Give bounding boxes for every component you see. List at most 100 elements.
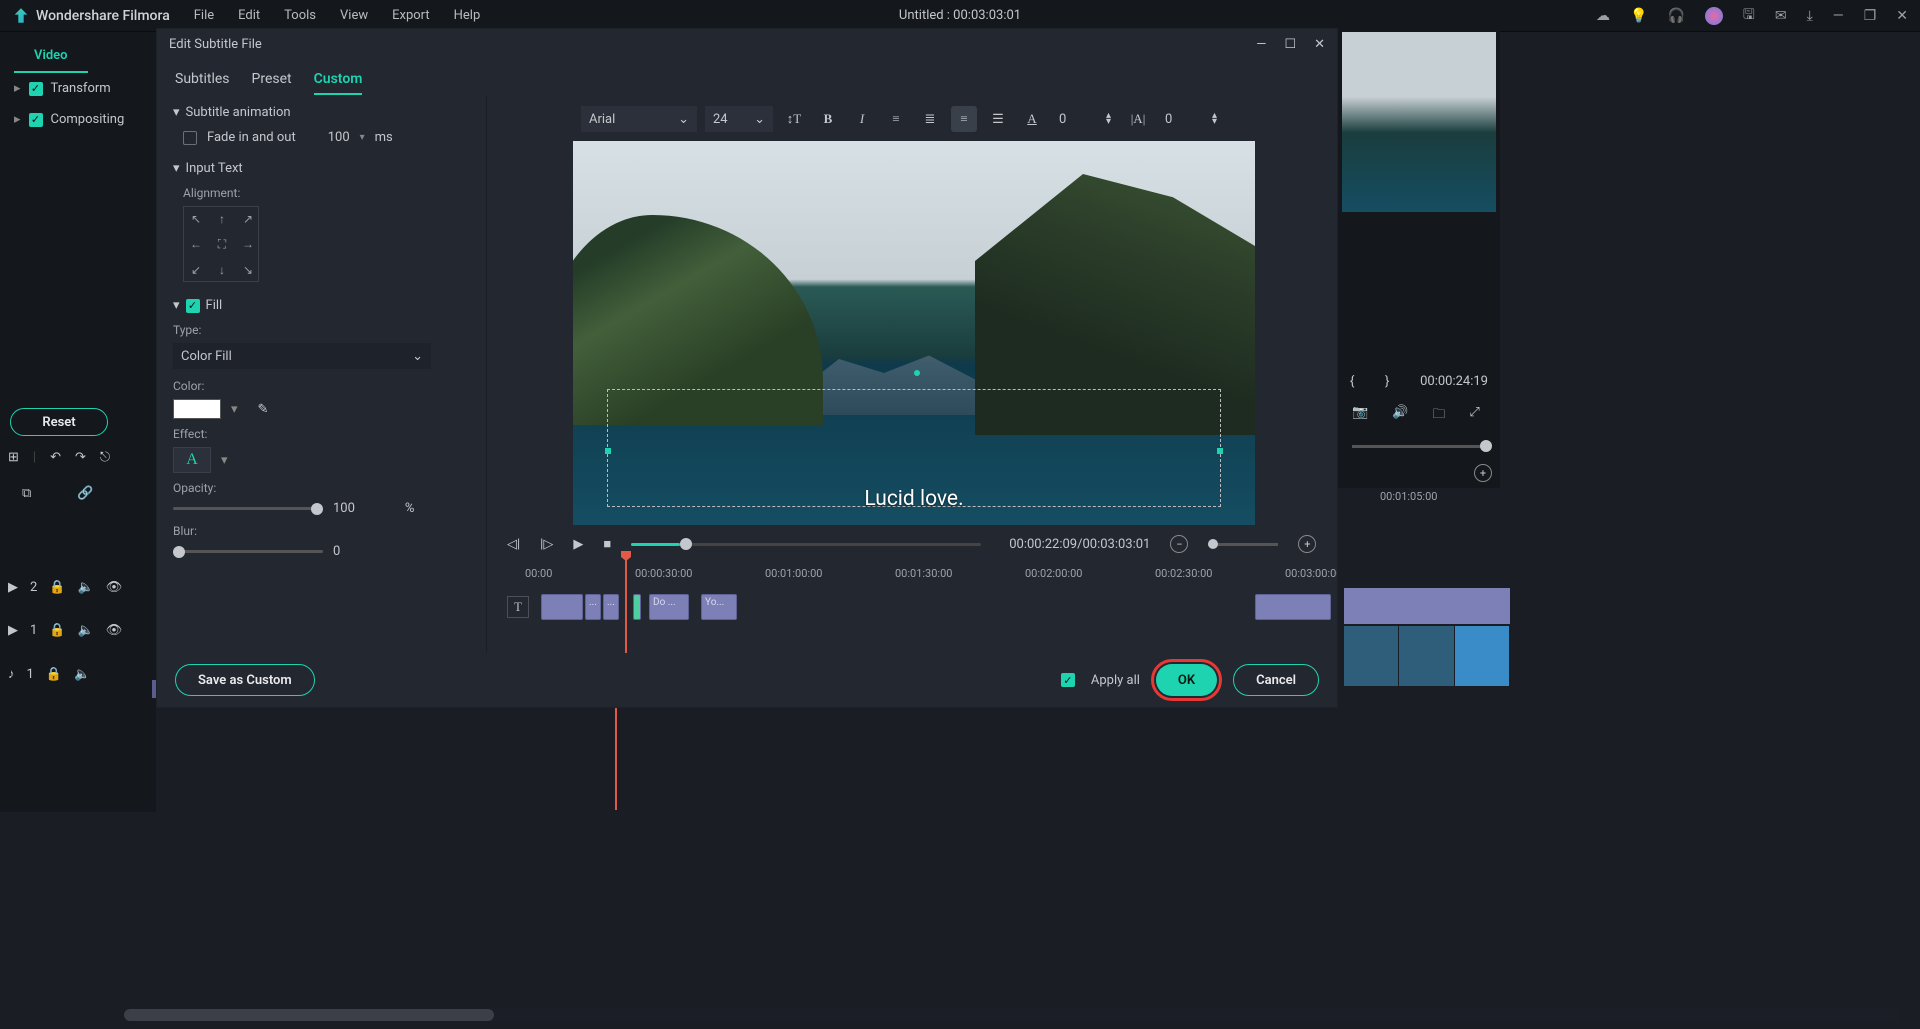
- bold-button[interactable]: B: [815, 106, 841, 132]
- orientation-icon[interactable]: ↕T: [781, 106, 807, 132]
- tree-compositing[interactable]: ▸ ✓ Compositing: [0, 104, 156, 135]
- audio-track-icon[interactable]: ♪: [8, 666, 15, 682]
- timeline-horizontal-scrollbar[interactable]: [124, 1009, 1900, 1021]
- subtitle-clip[interactable]: Yo...: [701, 594, 737, 620]
- resize-handle[interactable]: [605, 448, 611, 454]
- checkbox-on-icon[interactable]: ✓: [29, 113, 43, 127]
- chevron-down-icon[interactable]: ▾: [221, 453, 228, 468]
- italic-button[interactable]: I: [849, 106, 875, 132]
- audio-icon[interactable]: 🔊: [1392, 405, 1408, 427]
- align-bottom-left[interactable]: ↙: [184, 258, 208, 281]
- modal-maximize-icon[interactable]: ☐: [1284, 37, 1296, 52]
- section-subtitle-animation[interactable]: ▾Subtitle animation: [173, 105, 470, 120]
- scrubber-knob[interactable]: [680, 538, 692, 550]
- menu-help[interactable]: Help: [454, 8, 481, 23]
- save-icon[interactable]: 🖫: [1743, 4, 1755, 28]
- headset-icon[interactable]: 🎧: [1667, 8, 1684, 24]
- link-icon[interactable]: 🔗: [77, 486, 93, 501]
- opacity-value[interactable]: 100: [333, 501, 355, 516]
- crop-icon[interactable]: ⎋: [100, 450, 110, 465]
- tree-transform[interactable]: ▸ ✓ Transform: [0, 73, 156, 104]
- modal-minimize-icon[interactable]: —: [1256, 37, 1266, 52]
- main-track-title-clip[interactable]: [1344, 588, 1510, 624]
- section-fill[interactable]: ▾✓Fill: [173, 298, 470, 313]
- brace-close[interactable]: }: [1385, 374, 1389, 389]
- main-track-video-clip[interactable]: [1344, 626, 1510, 686]
- align-top-left[interactable]: ↖: [184, 207, 208, 230]
- font-size-dropdown[interactable]: 24⌄: [705, 106, 773, 132]
- align-bottom-right[interactable]: ↘: [236, 258, 260, 281]
- subtitle-clip[interactable]: Do ...: [649, 594, 689, 620]
- save-as-custom-button[interactable]: Save as Custom: [175, 664, 315, 696]
- fill-enable-checkbox[interactable]: ✓: [186, 299, 200, 313]
- reset-button[interactable]: Reset: [10, 408, 108, 436]
- eyedropper-icon[interactable]: ✎: [258, 402, 269, 417]
- mute-icon[interactable]: 🔈: [74, 667, 90, 682]
- redo-icon[interactable]: ↷: [75, 450, 86, 465]
- avatar-icon[interactable]: [1705, 7, 1723, 25]
- align-top-right[interactable]: ↗: [236, 207, 260, 230]
- menu-export[interactable]: Export: [392, 8, 430, 23]
- align-center-button[interactable]: ≣: [917, 106, 943, 132]
- idea-icon[interactable]: 💡: [1630, 8, 1647, 24]
- mute-icon[interactable]: 🔈: [78, 580, 94, 595]
- playhead-scrubber[interactable]: [631, 543, 981, 546]
- minimize-icon[interactable]: —: [1833, 8, 1844, 24]
- grid-icon[interactable]: ⊞: [8, 450, 19, 465]
- blur-value[interactable]: 0: [333, 544, 340, 559]
- blur-slider[interactable]: [173, 550, 323, 553]
- checkbox-on-icon[interactable]: ✓: [29, 82, 43, 96]
- rotate-handle[interactable]: [914, 370, 920, 376]
- effect-preset[interactable]: A: [173, 447, 211, 473]
- step-fwd-icon[interactable]: |▷: [540, 537, 553, 552]
- step-back-icon[interactable]: ◁|: [507, 537, 520, 552]
- subtitle-clip[interactable]: [541, 594, 583, 620]
- modal-playhead[interactable]: [625, 553, 627, 653]
- lock-icon[interactable]: 🔒: [49, 623, 65, 638]
- close-window-icon[interactable]: ✕: [1896, 8, 1908, 24]
- tracking-icon[interactable]: |A|: [1125, 106, 1151, 132]
- video-track-icon[interactable]: ▶: [8, 623, 18, 638]
- zoom-out-icon[interactable]: −: [1170, 535, 1188, 553]
- lock-icon[interactable]: 🔒: [46, 667, 62, 682]
- subtitle-clip-active[interactable]: [633, 594, 641, 620]
- lock-icon[interactable]: 🔒: [49, 580, 65, 595]
- align-center[interactable]: ⛶: [210, 232, 234, 256]
- tab-subtitles[interactable]: Subtitles: [175, 65, 230, 95]
- snapshot-icon[interactable]: 📷: [1352, 405, 1368, 427]
- text-track-icon[interactable]: T: [507, 596, 529, 618]
- maximize-icon[interactable]: ❐: [1864, 8, 1877, 24]
- main-timeline-playhead[interactable]: [615, 700, 617, 810]
- zoom-slider-knob[interactable]: [1208, 539, 1218, 549]
- menu-file[interactable]: File: [194, 8, 214, 23]
- cancel-button[interactable]: Cancel: [1233, 664, 1319, 696]
- folder-icon[interactable]: 🗀: [1432, 405, 1445, 427]
- subtitle-preview[interactable]: Lucid love.: [573, 141, 1255, 525]
- align-left-button[interactable]: ≡: [883, 106, 909, 132]
- stop-icon[interactable]: ■: [603, 536, 611, 552]
- modal-close-icon[interactable]: ✕: [1314, 37, 1325, 52]
- section-input-text[interactable]: ▾Input Text: [173, 161, 470, 176]
- align-right-button[interactable]: ≡: [951, 106, 977, 132]
- download-icon[interactable]: ⤓: [1807, 8, 1813, 24]
- chevron-down-icon[interactable]: ▾: [231, 402, 238, 417]
- right-zoom-slider[interactable]: [1352, 445, 1486, 448]
- fullscreen-icon[interactable]: ⤢: [1469, 405, 1479, 427]
- align-top[interactable]: ↑: [210, 207, 234, 230]
- fill-type-dropdown[interactable]: Color Fill⌄: [173, 343, 431, 369]
- tab-preset[interactable]: Preset: [252, 65, 292, 95]
- resize-handle[interactable]: [1217, 448, 1223, 454]
- fade-checkbox[interactable]: [183, 131, 197, 145]
- video-track-icon[interactable]: ▶: [8, 580, 18, 595]
- ok-button[interactable]: OK: [1156, 664, 1217, 696]
- panel-tab-video[interactable]: Video: [14, 40, 88, 73]
- visibility-icon[interactable]: 👁: [106, 623, 123, 638]
- fade-value[interactable]: 100: [328, 130, 350, 145]
- scrollbar-thumb[interactable]: [124, 1009, 494, 1021]
- zoom-in-icon[interactable]: +: [1474, 464, 1492, 482]
- subtitle-clip[interactable]: ...: [585, 594, 601, 620]
- color-swatch[interactable]: [173, 399, 221, 419]
- apply-all-checkbox[interactable]: ✓: [1061, 673, 1075, 687]
- play-icon[interactable]: ▶: [573, 537, 583, 552]
- cloud-icon[interactable]: ☁: [1596, 8, 1610, 24]
